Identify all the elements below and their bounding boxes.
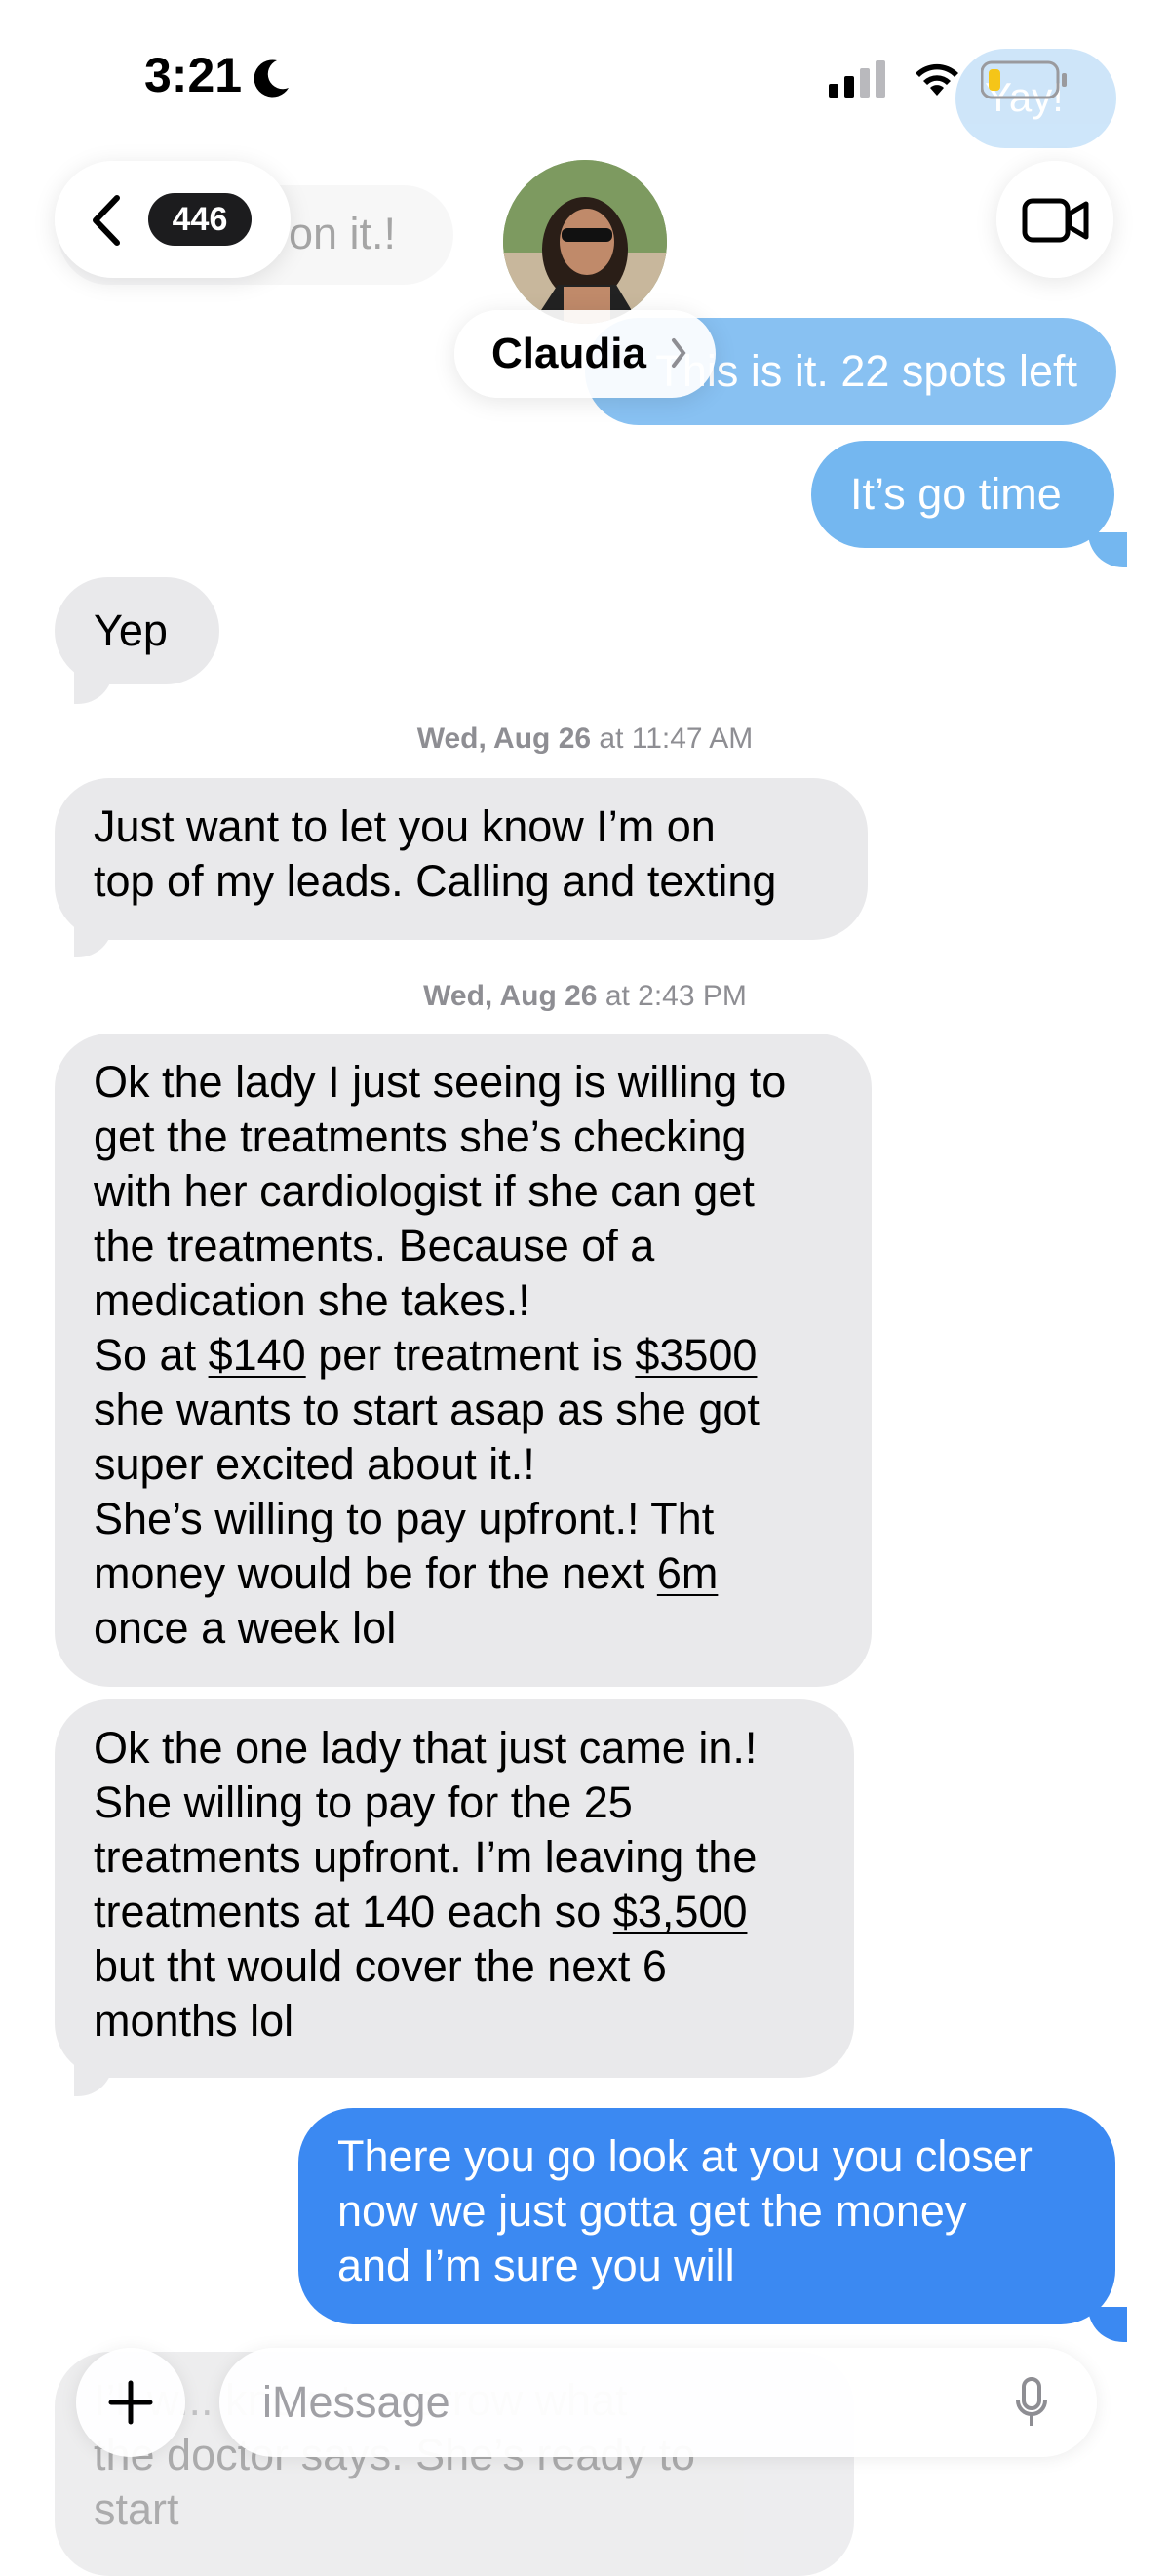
detected-amount-link[interactable]: $3500	[635, 1330, 757, 1380]
wifi-icon	[911, 57, 963, 102]
add-attachment-button[interactable]	[76, 2348, 185, 2457]
timestamp: Wed, Aug 26 at 11:47 AM	[416, 722, 754, 755]
bubble-tail	[1088, 2307, 1127, 2342]
message-input-placeholder: iMessage	[262, 2377, 450, 2427]
detected-amount-link[interactable]: $3,500	[613, 1887, 748, 1936]
message-incoming[interactable]: Ok the one lady that just came in.! She …	[55, 1699, 854, 2078]
cellular-signal-icon	[829, 60, 889, 102]
message-incoming[interactable]: Just want to let you know I’m on top of …	[55, 778, 868, 940]
unread-count-badge: 446	[148, 193, 252, 246]
detected-amount-link[interactable]: $140	[209, 1330, 306, 1380]
message-input[interactable]: iMessage	[219, 2348, 1097, 2457]
bubble-tail	[74, 669, 113, 704]
message-outgoing[interactable]: It’s go time	[811, 441, 1114, 548]
status-bar: 3:21	[0, 0, 1170, 156]
chevron-left-icon	[90, 194, 123, 252]
chevron-right-icon	[671, 337, 686, 373]
detected-duration-link[interactable]: 6m	[657, 1548, 719, 1598]
microphone-icon[interactable]	[1015, 2377, 1048, 2435]
message-outgoing[interactable]: There you go look at you you closer now …	[298, 2108, 1115, 2324]
contact-avatar[interactable]	[503, 160, 667, 324]
moon-icon	[250, 57, 292, 104]
status-time: 3:21	[144, 48, 243, 102]
video-call-button[interactable]	[996, 161, 1113, 278]
avatar-photo	[503, 160, 667, 324]
message-incoming[interactable]: Ok the lady I just seeing is willing to …	[55, 1034, 872, 1687]
contact-name-button[interactable]: Claudia	[454, 310, 716, 398]
video-camera-icon	[1022, 196, 1090, 250]
timestamp: Wed, Aug 26 at 2:43 PM	[423, 980, 747, 1012]
contact-name: Claudia	[491, 330, 646, 377]
back-button[interactable]: 446	[55, 161, 291, 278]
plus-icon	[107, 2379, 154, 2431]
bubble-tail	[1088, 532, 1127, 567]
bubble-tail	[74, 922, 113, 957]
bubble-tail	[74, 2061, 113, 2096]
battery-icon	[980, 60, 1069, 104]
